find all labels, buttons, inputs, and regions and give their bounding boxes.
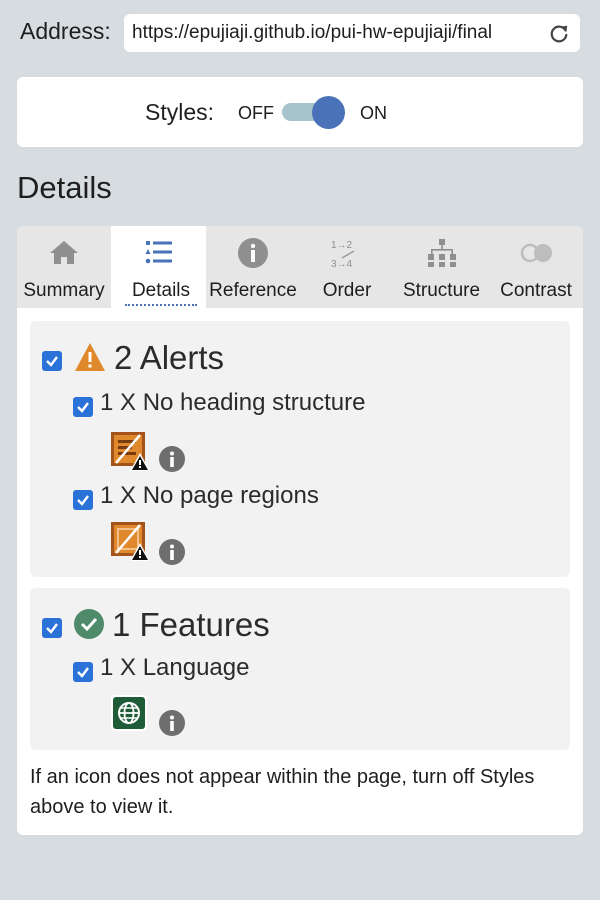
- toggle-off-label: OFF: [238, 103, 274, 123]
- feature-item-checkbox[interactable]: [73, 662, 93, 682]
- tab-label: Reference: [209, 280, 297, 301]
- tab-label: Details: [125, 280, 197, 306]
- address-bar: Address: https://epujiaji.github.io/pui-…: [0, 12, 600, 54]
- tab-label: Contrast: [500, 280, 572, 301]
- features-title: 1 Features: [112, 606, 270, 643]
- features-checkbox[interactable]: [42, 618, 62, 638]
- tab-label: Structure: [402, 280, 481, 301]
- reload-icon[interactable]: [548, 23, 570, 45]
- info-icon[interactable]: [159, 710, 185, 736]
- alerts-group: 2 Alerts 1 X No heading structure 1 X No…: [30, 321, 570, 577]
- contrast-icon: [520, 243, 552, 263]
- no-heading-icon[interactable]: [110, 431, 150, 471]
- address-field[interactable]: https://epujiaji.github.io/pui-hw-epujia…: [124, 14, 580, 52]
- tab-reference[interactable]: Reference: [206, 226, 300, 308]
- features-group: 1 Features 1 X Language: [30, 588, 570, 750]
- styles-toggle[interactable]: [282, 96, 346, 129]
- page-title: Details: [17, 170, 112, 205]
- info-icon[interactable]: [159, 539, 185, 565]
- address-input[interactable]: https://epujiaji.github.io/pui-hw-epujia…: [132, 14, 544, 52]
- tab-details[interactable]: Details: [111, 226, 206, 308]
- address-label: Address:: [20, 18, 111, 44]
- tab-label: Order: [322, 280, 372, 301]
- order-icon: 1→2 3→4: [331, 240, 355, 270]
- styles-card: Styles: OFF ON: [17, 77, 583, 147]
- alert-item-label: 1 X No page regions: [100, 482, 319, 509]
- toggle-knob[interactable]: [312, 96, 345, 129]
- tab-structure[interactable]: Structure: [394, 226, 489, 308]
- styles-note: If an icon does not appear within the pa…: [30, 766, 535, 818]
- info-icon: [238, 238, 268, 268]
- tab-order[interactable]: 1→2 3→4 Order: [300, 226, 394, 308]
- styles-label: Styles:: [145, 99, 215, 125]
- no-regions-icon[interactable]: [110, 521, 150, 561]
- svg-text:1→2: 1→2: [331, 240, 353, 251]
- alerts-checkbox[interactable]: [42, 351, 62, 371]
- list-icon: [145, 241, 172, 264]
- info-icon[interactable]: [159, 446, 185, 472]
- alerts-title: 2 Alerts: [114, 339, 225, 376]
- home-icon: [50, 241, 78, 264]
- structure-icon: [427, 239, 456, 267]
- feature-item-label: 1 X Language: [100, 654, 250, 681]
- alert-item-checkbox[interactable]: [73, 490, 93, 510]
- details-panel: Summary Details Reference 1→2 3→4 Order …: [17, 226, 583, 835]
- tab-summary[interactable]: Summary: [17, 226, 111, 308]
- svg-text:3→4: 3→4: [331, 259, 353, 270]
- check-circle-icon: [74, 609, 104, 639]
- alert-item-checkbox[interactable]: [73, 397, 93, 417]
- tab-contrast[interactable]: Contrast: [489, 226, 583, 308]
- tab-bar: Summary Details Reference 1→2 3→4 Order …: [17, 226, 583, 308]
- toggle-on-label: ON: [360, 103, 387, 123]
- warning-icon: [75, 343, 105, 371]
- language-icon[interactable]: [110, 694, 148, 732]
- tab-label: Summary: [23, 280, 105, 301]
- alert-item-label: 1 X No heading structure: [100, 389, 366, 416]
